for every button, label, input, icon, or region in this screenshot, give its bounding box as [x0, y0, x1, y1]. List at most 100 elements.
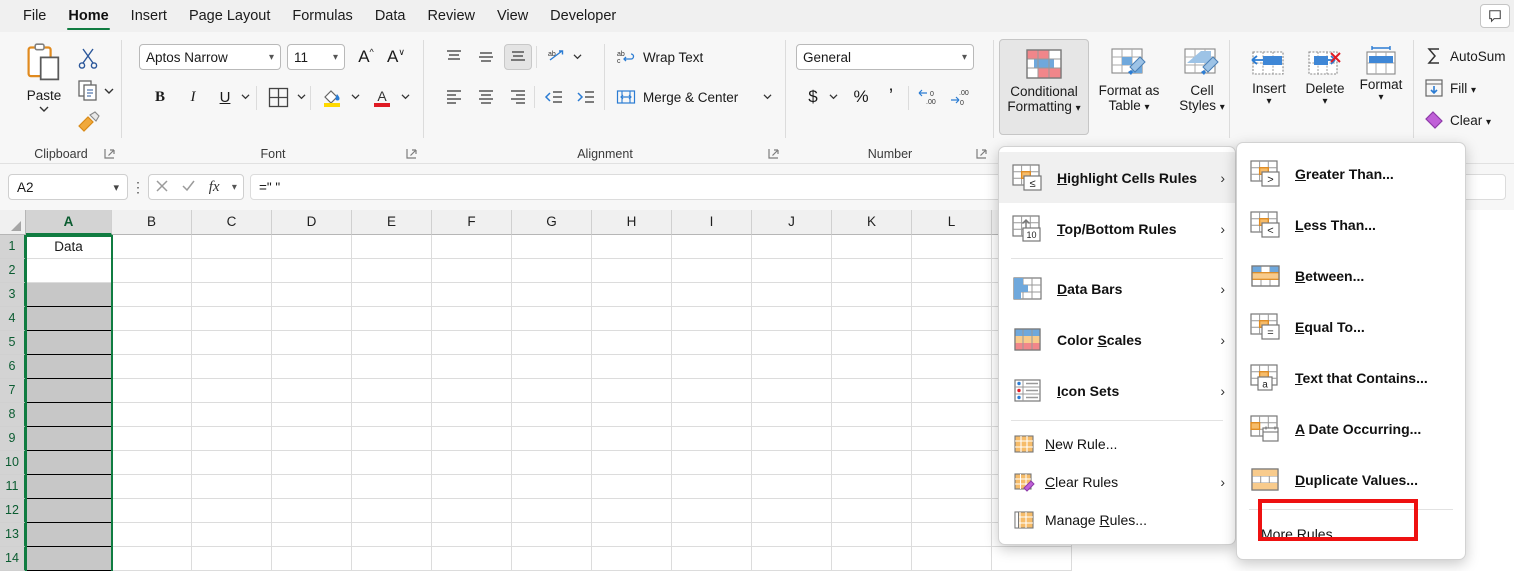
cell-H14[interactable]	[592, 547, 672, 571]
cell-I12[interactable]	[672, 499, 752, 523]
cell-C4[interactable]	[192, 307, 272, 331]
align-bottom-button[interactable]	[504, 44, 532, 70]
cell-L6[interactable]	[912, 355, 992, 379]
tab-formulas[interactable]: Formulas	[281, 0, 363, 32]
cell-F11[interactable]	[432, 475, 512, 499]
cell-D6[interactable]	[272, 355, 352, 379]
check-icon[interactable]	[181, 179, 196, 196]
cell-H8[interactable]	[592, 403, 672, 427]
cell-S14[interactable]	[992, 547, 1072, 571]
cell-E8[interactable]	[352, 403, 432, 427]
borders-button[interactable]	[264, 84, 292, 110]
cell-K14[interactable]	[832, 547, 912, 571]
comma-style-button[interactable]: ’	[878, 84, 904, 110]
cell-C12[interactable]	[192, 499, 272, 523]
menu-item-more-rules[interactable]: More Rules...	[1237, 514, 1465, 554]
cell-K2[interactable]	[832, 259, 912, 283]
tab-file[interactable]: File	[12, 0, 57, 32]
menu-item-greater-than[interactable]: > Greater Than...	[1237, 148, 1465, 199]
cell-H12[interactable]	[592, 499, 672, 523]
cell-F10[interactable]	[432, 451, 512, 475]
cell-A13[interactable]	[26, 523, 112, 547]
cell-L2[interactable]	[912, 259, 992, 283]
name-box[interactable]: A2 ▾	[8, 174, 128, 200]
cell-E14[interactable]	[352, 547, 432, 571]
column-header-G[interactable]: G	[512, 210, 592, 235]
cell-H6[interactable]	[592, 355, 672, 379]
cell-G7[interactable]	[512, 379, 592, 403]
cell-L13[interactable]	[912, 523, 992, 547]
cell-A1[interactable]: Data	[26, 235, 112, 259]
cell-F6[interactable]	[432, 355, 512, 379]
orientation-dropdown-caret-icon[interactable]	[572, 48, 586, 66]
alignment-dialog-launcher-icon[interactable]	[767, 147, 780, 160]
number-dialog-launcher-icon[interactable]	[975, 147, 988, 160]
cell-H13[interactable]	[592, 523, 672, 547]
cell-E4[interactable]	[352, 307, 432, 331]
cell-G11[interactable]	[512, 475, 592, 499]
cell-J3[interactable]	[752, 283, 832, 307]
menu-item-data-bars[interactable]: Data Bars ›	[999, 263, 1235, 314]
cell-C5[interactable]	[192, 331, 272, 355]
fill-button[interactable]: Fill ▾	[1424, 76, 1476, 100]
column-header-K[interactable]: K	[832, 210, 912, 235]
row-header-3[interactable]: 3	[0, 283, 26, 307]
row-header-6[interactable]: 6	[0, 355, 26, 379]
cell-K9[interactable]	[832, 427, 912, 451]
cell-H7[interactable]	[592, 379, 672, 403]
tab-developer[interactable]: Developer	[539, 0, 627, 32]
cell-F9[interactable]	[432, 427, 512, 451]
cell-A12[interactable]	[26, 499, 112, 523]
row-header-4[interactable]: 4	[0, 307, 26, 331]
cell-K7[interactable]	[832, 379, 912, 403]
italic-button[interactable]: I	[179, 84, 207, 110]
cell-A14[interactable]	[26, 547, 112, 571]
cell-K8[interactable]	[832, 403, 912, 427]
cell-B14[interactable]	[112, 547, 192, 571]
copy-button[interactable]	[76, 78, 102, 104]
tab-review[interactable]: Review	[416, 0, 486, 32]
cell-G13[interactable]	[512, 523, 592, 547]
menu-item-color-scales[interactable]: Color Scales ›	[999, 314, 1235, 365]
cell-G14[interactable]	[512, 547, 592, 571]
cell-J4[interactable]	[752, 307, 832, 331]
cell-E2[interactable]	[352, 259, 432, 283]
align-top-button[interactable]	[440, 44, 468, 70]
cell-F4[interactable]	[432, 307, 512, 331]
cell-A4[interactable]	[26, 307, 112, 331]
cell-C11[interactable]	[192, 475, 272, 499]
cell-L9[interactable]	[912, 427, 992, 451]
cell-H3[interactable]	[592, 283, 672, 307]
increase-indent-button[interactable]	[572, 84, 600, 110]
cell-E6[interactable]	[352, 355, 432, 379]
format-cells-button[interactable]: Format ▾	[1352, 39, 1410, 135]
cancel-icon[interactable]	[155, 179, 169, 196]
row-header-1[interactable]: 1	[0, 235, 26, 259]
column-header-C[interactable]: C	[192, 210, 272, 235]
align-left-button[interactable]	[440, 84, 468, 110]
cell-I1[interactable]	[672, 235, 752, 259]
cell-C10[interactable]	[192, 451, 272, 475]
cell-K5[interactable]	[832, 331, 912, 355]
select-all-corner[interactable]	[0, 210, 26, 235]
cell-I5[interactable]	[672, 331, 752, 355]
cell-H9[interactable]	[592, 427, 672, 451]
cell-F1[interactable]	[432, 235, 512, 259]
cell-I4[interactable]	[672, 307, 752, 331]
cell-D1[interactable]	[272, 235, 352, 259]
cell-H5[interactable]	[592, 331, 672, 355]
cell-E1[interactable]	[352, 235, 432, 259]
cell-styles-button[interactable]: Cell Styles ▾	[1169, 39, 1235, 135]
cell-I8[interactable]	[672, 403, 752, 427]
align-center-button[interactable]	[472, 84, 500, 110]
tab-data[interactable]: Data	[364, 0, 417, 32]
font-name-input[interactable]: Aptos Narrow ▾	[139, 44, 281, 70]
cell-D4[interactable]	[272, 307, 352, 331]
menu-item-between[interactable]: Between...	[1237, 250, 1465, 301]
cell-H2[interactable]	[592, 259, 672, 283]
cell-H11[interactable]	[592, 475, 672, 499]
cell-F5[interactable]	[432, 331, 512, 355]
cell-B2[interactable]	[112, 259, 192, 283]
cell-A2[interactable]	[26, 259, 112, 283]
cell-F3[interactable]	[432, 283, 512, 307]
